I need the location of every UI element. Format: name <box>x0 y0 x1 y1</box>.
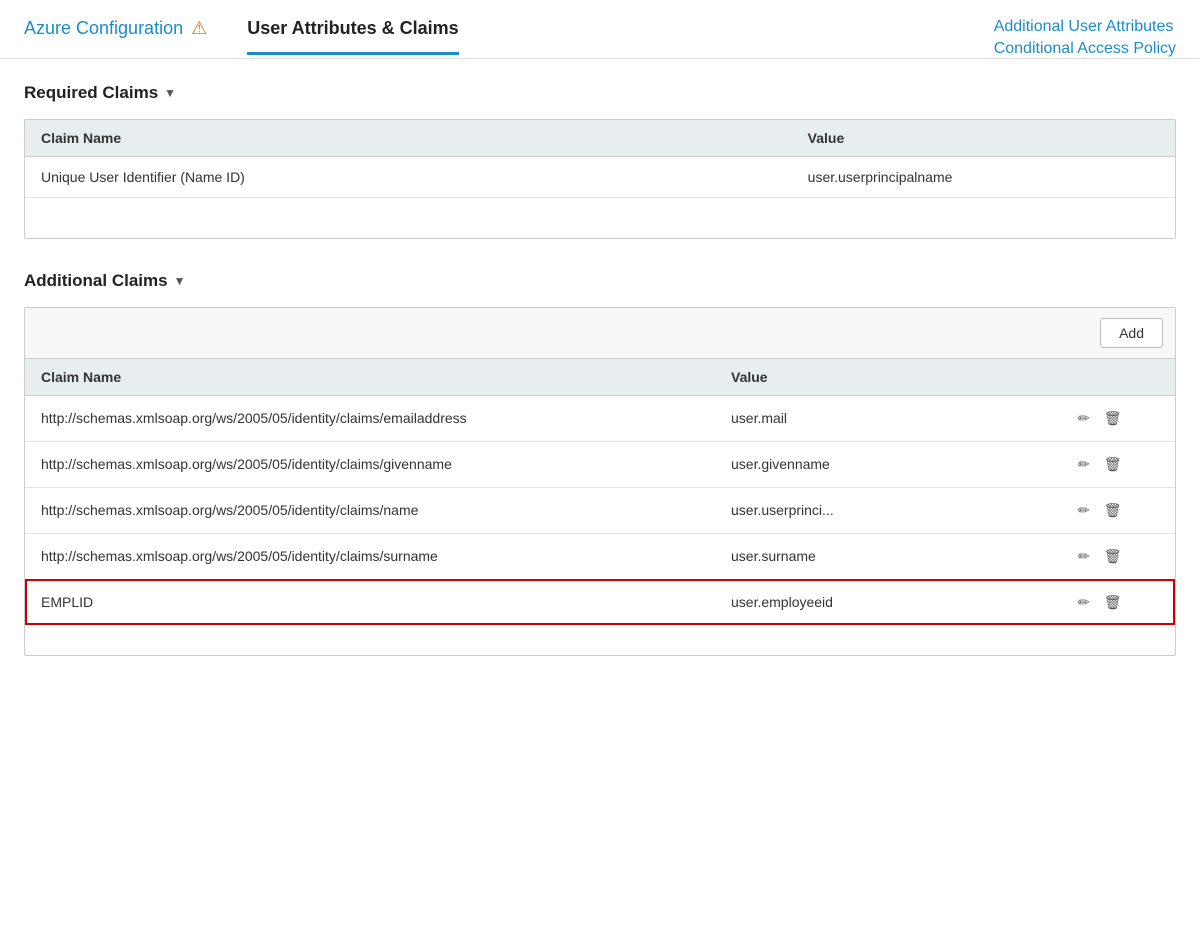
table-row: http://schemas.xmlsoap.org/ws/2005/05/id… <box>25 441 1175 487</box>
edit-button[interactable]: ✏ <box>1076 500 1092 521</box>
claim-actions-cell: ✏ 🗑 <box>1060 579 1175 625</box>
row-actions: ✏ 🗑 <box>1076 500 1159 521</box>
claim-actions-cell: ✏ 🗑 <box>1060 487 1175 533</box>
additional-claims-title: Additional Claims <box>24 271 168 291</box>
claim-value-cell: user.userprincipalname <box>792 157 1175 198</box>
table-row: http://schemas.xmlsoap.org/ws/2005/05/id… <box>25 533 1175 579</box>
table-row: Unique User Identifier (Name ID) user.us… <box>25 157 1175 198</box>
additional-col-actions <box>1060 359 1175 396</box>
edit-button[interactable]: ✏ <box>1076 408 1092 429</box>
required-claims-chevron: ▼ <box>164 86 176 100</box>
edit-button[interactable]: ✏ <box>1076 592 1092 613</box>
delete-button[interactable]: 🗑 <box>1102 592 1124 613</box>
table-row: http://schemas.xmlsoap.org/ws/2005/05/id… <box>25 487 1175 533</box>
edit-button[interactable]: ✏ <box>1076 546 1092 567</box>
nav-left: Azure Configuration ⚠ <box>24 18 207 39</box>
azure-configuration-link[interactable]: Azure Configuration <box>24 18 183 39</box>
claim-value-cell: user.mail <box>715 395 1060 441</box>
claim-actions-cell: ✏ 🗑 <box>1060 441 1175 487</box>
required-claims-header-row: Claim Name Value <box>25 120 1175 157</box>
row-actions: ✏ 🗑 <box>1076 454 1159 475</box>
claim-value-cell: user.userprinci... <box>715 487 1060 533</box>
required-claims-title: Required Claims <box>24 83 158 103</box>
claim-name-cell: Unique User Identifier (Name ID) <box>25 157 792 198</box>
delete-button[interactable]: 🗑 <box>1102 408 1124 429</box>
claim-actions-cell: ✏ 🗑 <box>1060 395 1175 441</box>
claim-actions-cell: ✏ 🗑 <box>1060 533 1175 579</box>
table-row-spacer <box>25 625 1175 655</box>
claim-name-cell: http://schemas.xmlsoap.org/ws/2005/05/id… <box>25 487 715 533</box>
conditional-access-policy-link[interactable]: Conditional Access Policy <box>994 40 1176 58</box>
required-claims-table-wrapper: Claim Name Value Unique User Identifier … <box>24 119 1176 239</box>
claim-name-cell: EMPLID <box>25 579 715 625</box>
top-navigation: Azure Configuration ⚠ User Attributes & … <box>0 0 1200 59</box>
additional-col-value: Value <box>715 359 1060 396</box>
claim-value-cell: user.employeeid <box>715 579 1060 625</box>
additional-claims-table-wrapper: Add Claim Name Value http://schemas.xmls… <box>24 307 1176 656</box>
additional-claims-toolbar: Add <box>25 308 1175 359</box>
claim-name-cell: http://schemas.xmlsoap.org/ws/2005/05/id… <box>25 441 715 487</box>
claim-value-cell: user.givenname <box>715 441 1060 487</box>
add-button[interactable]: Add <box>1100 318 1163 348</box>
row-actions: ✏ 🗑 <box>1076 592 1159 613</box>
required-col-value: Value <box>792 120 1175 157</box>
required-claims-header[interactable]: Required Claims ▼ <box>24 83 1176 103</box>
additional-claims-chevron: ▼ <box>174 274 186 288</box>
nav-right: Additional User Attributes Conditional A… <box>994 18 1176 58</box>
page-content: Required Claims ▼ Claim Name Value Uniqu… <box>0 59 1200 712</box>
claim-value-cell: user.surname <box>715 533 1060 579</box>
user-attributes-claims-tab[interactable]: User Attributes & Claims <box>247 18 458 55</box>
table-row: http://schemas.xmlsoap.org/ws/2005/05/id… <box>25 395 1175 441</box>
active-tab[interactable]: User Attributes & Claims <box>247 18 458 53</box>
row-actions: ✏ 🗑 <box>1076 546 1159 567</box>
additional-col-name: Claim Name <box>25 359 715 396</box>
claim-name-cell: http://schemas.xmlsoap.org/ws/2005/05/id… <box>25 395 715 441</box>
additional-claims-table: Claim Name Value http://schemas.xmlsoap.… <box>25 359 1175 655</box>
claim-name-cell: http://schemas.xmlsoap.org/ws/2005/05/id… <box>25 533 715 579</box>
warning-icon: ⚠ <box>191 18 207 39</box>
additional-user-attributes-link[interactable]: Additional User Attributes <box>994 18 1174 36</box>
row-actions: ✏ 🗑 <box>1076 408 1159 429</box>
additional-claims-header[interactable]: Additional Claims ▼ <box>24 271 1176 291</box>
table-row-spacer <box>25 198 1175 238</box>
additional-claims-header-row: Claim Name Value <box>25 359 1175 396</box>
highlighted-table-row: EMPLID user.employeeid ✏ 🗑 <box>25 579 1175 625</box>
delete-button[interactable]: 🗑 <box>1102 500 1124 521</box>
delete-button[interactable]: 🗑 <box>1102 454 1124 475</box>
edit-button[interactable]: ✏ <box>1076 454 1092 475</box>
required-claims-table: Claim Name Value Unique User Identifier … <box>25 120 1175 238</box>
delete-button[interactable]: 🗑 <box>1102 546 1124 567</box>
required-col-name: Claim Name <box>25 120 792 157</box>
